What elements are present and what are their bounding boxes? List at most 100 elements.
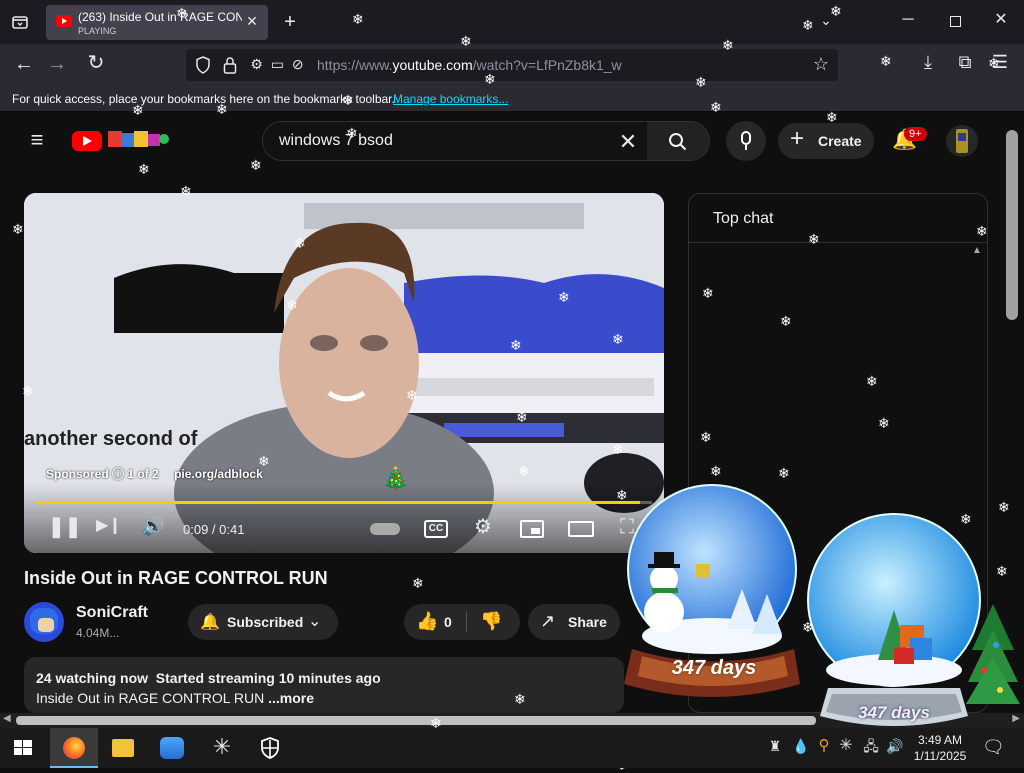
url-prefix: https://www. xyxy=(317,57,393,73)
tray-search-icon[interactable]: ⚲ xyxy=(816,738,832,753)
clear-search-icon[interactable]: ✕ xyxy=(617,131,639,153)
autoplay-toggle[interactable] xyxy=(370,523,400,535)
forward-icon[interactable]: → xyxy=(47,54,67,74)
reload-icon[interactable]: ↻ xyxy=(86,53,106,73)
share-label: Share xyxy=(568,614,607,630)
snowflake-icon: ❄ xyxy=(998,499,1010,515)
clock[interactable]: 3:49 AM 1/11/2025 xyxy=(908,732,972,764)
more-link[interactable]: ...more xyxy=(268,690,314,706)
taskbar-firefox[interactable] xyxy=(50,728,98,768)
hamburger-menu-icon[interactable]: ≡ xyxy=(26,129,48,151)
channel-avatar[interactable] xyxy=(24,602,64,642)
app-icon-people[interactable] xyxy=(160,737,184,759)
video-player[interactable]: another second of Sponsored ⓘ 1 of 2 pie… xyxy=(24,193,664,553)
subscribed-label: Subscribed xyxy=(227,614,304,630)
search-input[interactable]: windows 7 bsod xyxy=(279,132,393,150)
shield-icon[interactable] xyxy=(194,56,212,77)
search-button[interactable] xyxy=(647,121,710,161)
info-icon[interactable]: ⓘ xyxy=(112,467,124,481)
christmas-tree-decoration xyxy=(966,600,1020,712)
volume-icon[interactable]: 🔊 xyxy=(142,517,164,535)
tray-drop-icon[interactable]: 💧 xyxy=(792,739,809,753)
new-tab-icon[interactable]: + xyxy=(280,12,300,32)
manage-bookmarks-link[interactable]: Manage bookmarks... xyxy=(393,92,508,106)
ad-url[interactable]: pie.org/adblock xyxy=(174,467,263,481)
lock-icon[interactable] xyxy=(222,56,238,77)
bell-icon: 🔔 xyxy=(200,614,220,631)
tab-list-icon[interactable] xyxy=(10,13,30,31)
theater-mode-icon[interactable] xyxy=(568,521,594,537)
video-overlay-text: another second of xyxy=(24,428,198,450)
clock-date: 1/11/2025 xyxy=(913,749,967,763)
menu-icon[interactable]: ☰ xyxy=(990,53,1010,71)
create-button[interactable]: + Create xyxy=(778,123,874,159)
file-explorer-icon[interactable] xyxy=(112,739,134,757)
close-window-icon[interactable]: ✕ xyxy=(992,12,1010,28)
chevron-down-icon: ⌄ xyxy=(308,613,322,630)
doodle-logo[interactable] xyxy=(106,129,170,151)
chat-header-divider xyxy=(689,242,987,243)
bookmarks-hint: For quick access, place your bookmarks h… xyxy=(12,92,395,106)
snowflake-icon: ❄ xyxy=(412,575,424,591)
permissions-icon[interactable]: ⚙ ▭ ⊘ xyxy=(250,57,306,71)
voice-search-button[interactable] xyxy=(726,121,766,161)
description-line: Inside Out in RAGE CONTROL RUN xyxy=(36,690,265,706)
notification-badge: 9+ xyxy=(904,127,927,141)
notification-center-icon[interactable]: 🗨 xyxy=(982,738,1005,756)
network-icon[interactable]: 🖧 xyxy=(862,739,880,753)
account-avatar[interactable] xyxy=(946,125,978,157)
taskbar: ✳ ♜ 💧 ⚲ ✳ 🖧 🔊 3:49 AM 1/11/2025 🗨 xyxy=(0,728,1024,768)
dislike-button[interactable]: 👎 xyxy=(480,611,502,632)
url-bar[interactable]: ⚙ ▭ ⊘ https://www.youtube.com/watch?v=Lf… xyxy=(186,49,838,81)
snow-globe-snowman[interactable]: 347 days xyxy=(612,484,822,704)
plus-icon: + xyxy=(790,125,805,152)
settings-gear-icon[interactable]: ⚙ xyxy=(472,517,494,537)
progress-bar[interactable] xyxy=(36,501,652,504)
description-box[interactable]: 24 watching now Started streaming 10 min… xyxy=(24,657,624,713)
started-streaming: Started streaming 10 minutes ago xyxy=(155,670,381,686)
video-title: Inside Out in RAGE CONTROL RUN xyxy=(24,568,328,588)
url-path: /watch?v=LfPnZb8k1_w xyxy=(472,57,622,73)
next-icon[interactable]: ▶❙ xyxy=(96,518,122,534)
tray-app-icon[interactable]: ♜ xyxy=(766,739,784,753)
like-button[interactable]: 👍 xyxy=(416,611,438,632)
url-text[interactable]: https://www.youtube.com/watch?v=LfPnZb8k… xyxy=(317,57,622,73)
subscribed-button[interactable]: 🔔 Subscribed ⌄ xyxy=(188,604,338,640)
bookmark-star-icon[interactable]: ☆ xyxy=(812,55,830,73)
security-shield-icon[interactable] xyxy=(260,737,280,764)
share-icon: ↗ xyxy=(540,611,556,631)
captions-icon[interactable]: CC xyxy=(424,520,448,538)
windows-start-icon[interactable] xyxy=(14,740,32,756)
globe-days-label-1: 347 days xyxy=(671,657,757,679)
miniplayer-icon[interactable] xyxy=(520,520,544,538)
description-text: Inside Out in RAGE CONTROL RUN ...more xyxy=(36,690,314,706)
create-label: Create xyxy=(818,133,862,149)
extensions-icon[interactable]: ⧉ xyxy=(955,53,975,71)
time-display: 0:09 / 0:41 xyxy=(183,522,245,537)
snowflake-icon: ❄ xyxy=(12,221,24,237)
microphone-icon xyxy=(741,131,751,145)
clock-time: 3:49 AM xyxy=(917,733,963,747)
browser-tab-active[interactable]: (263) Inside Out in RAGE CONT PLAYING ✕ xyxy=(46,5,268,40)
chat-title[interactable]: Top chat xyxy=(713,210,773,228)
page-scrollbar[interactable] xyxy=(1006,130,1018,320)
search-box[interactable]: windows 7 bsod ✕ xyxy=(262,121,648,161)
pause-icon[interactable]: ❚❚ xyxy=(48,517,82,537)
maximize-icon[interactable] xyxy=(950,16,961,27)
back-icon[interactable]: ← xyxy=(14,54,34,74)
tab-status: PLAYING xyxy=(78,26,117,36)
list-all-tabs-icon[interactable]: ⌄ xyxy=(816,13,836,27)
like-dislike-group: 👍 0 👎 xyxy=(404,604,520,640)
chat-scroll-up-icon[interactable]: ▲ xyxy=(971,246,983,256)
tray-spark-icon[interactable]: ✳ xyxy=(838,738,854,754)
app-icon-spark[interactable]: ✳ xyxy=(210,736,234,758)
ad-info: Sponsored ⓘ 1 of 2 pie.org/adblock xyxy=(46,465,263,482)
share-button[interactable]: ↗ Share xyxy=(528,604,620,640)
downloads-icon[interactable]: ⤓ xyxy=(918,53,938,71)
minimize-icon[interactable]: ─ xyxy=(898,12,918,28)
description-meta: 24 watching now Started streaming 10 min… xyxy=(36,670,381,686)
close-tab-icon[interactable]: ✕ xyxy=(244,14,260,30)
speaker-icon[interactable]: 🔊 xyxy=(886,739,904,753)
youtube-logo-icon[interactable] xyxy=(72,131,102,151)
channel-name[interactable]: SoniCraft xyxy=(76,604,148,622)
